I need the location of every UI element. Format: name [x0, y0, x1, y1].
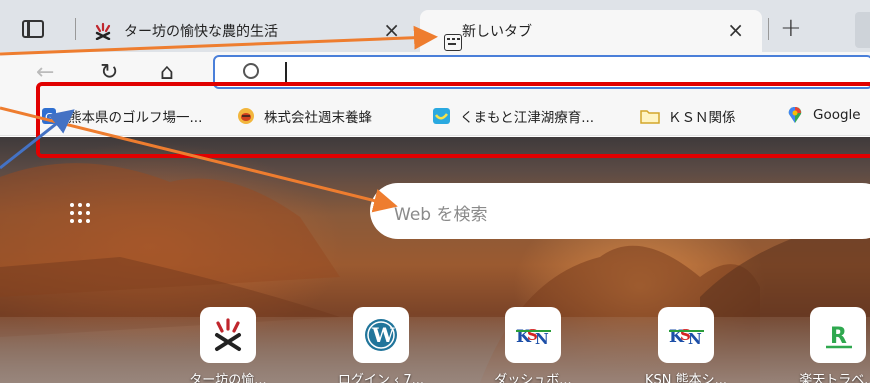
- tab-close-button[interactable]: ×: [383, 18, 400, 42]
- quick-link-label: ダッシュボ...: [494, 373, 572, 383]
- quick-link-farm-blog[interactable]: [200, 307, 256, 363]
- wordpress-logo-icon: W: [365, 319, 397, 351]
- svg-text:N: N: [535, 330, 549, 348]
- ksn-logo-icon: K S N: [516, 326, 551, 348]
- tab-separator: [75, 18, 76, 40]
- quick-link-label: KSN 熊本シ...: [644, 373, 728, 383]
- tab-farm-blog[interactable]: ター坊の愉快な農的生活 ×: [82, 10, 418, 52]
- farm-logo-icon: [215, 318, 241, 351]
- tab-title: 新しいタブ: [462, 24, 532, 40]
- new-tab-button[interactable]: +: [780, 13, 802, 43]
- apps-launcher-icon[interactable]: [70, 203, 94, 227]
- web-search-box[interactable]: Web を検索: [370, 183, 870, 239]
- tab-strip: ター坊の愉快な農的生活 × 新しいタブ × +: [0, 0, 870, 52]
- quick-link-wordpress[interactable]: W: [353, 307, 409, 363]
- quick-link-label: ログイン ‹ 7...: [337, 373, 425, 383]
- tab-separator: [768, 18, 769, 40]
- new-tab-page: Web を検索 ター坊の愉... W ログイン ‹ 7... K S N ダッシ…: [0, 137, 870, 383]
- search-placeholder: Web を検索: [394, 205, 488, 225]
- quick-link-label: ター坊の愉...: [189, 373, 267, 383]
- quick-link-label: 楽天トラベ...: [799, 373, 870, 383]
- tab-title: ター坊の愉快な農的生活: [124, 24, 278, 40]
- tab-close-button[interactable]: ×: [727, 18, 744, 42]
- new-tab-icon: [432, 22, 462, 51]
- quick-link-ksn-kumamoto[interactable]: K S N: [658, 307, 714, 363]
- tab-actions-menu-icon[interactable]: [22, 20, 44, 38]
- rakuten-r-logo-icon: R: [826, 324, 852, 349]
- svg-text:W: W: [371, 323, 395, 347]
- farm-favicon-icon: [94, 22, 112, 41]
- tab-new-tab[interactable]: 新しいタブ ×: [420, 10, 762, 52]
- svg-text:R: R: [830, 324, 847, 349]
- highlight-box: [36, 82, 870, 158]
- browser-window: ター坊の愉快な農的生活 × 新しいタブ × + ← ↻ ⌂ G 熊本県のゴルフ場…: [0, 0, 870, 383]
- search-icon: [243, 63, 259, 79]
- text-cursor: [285, 62, 287, 82]
- quick-link-rakuten-travel[interactable]: R: [810, 307, 866, 363]
- svg-text:N: N: [688, 330, 702, 348]
- ksn-logo-icon: K S N: [669, 326, 704, 348]
- quick-link-dashboard[interactable]: K S N: [505, 307, 561, 363]
- tab-strip-edge: [855, 12, 870, 48]
